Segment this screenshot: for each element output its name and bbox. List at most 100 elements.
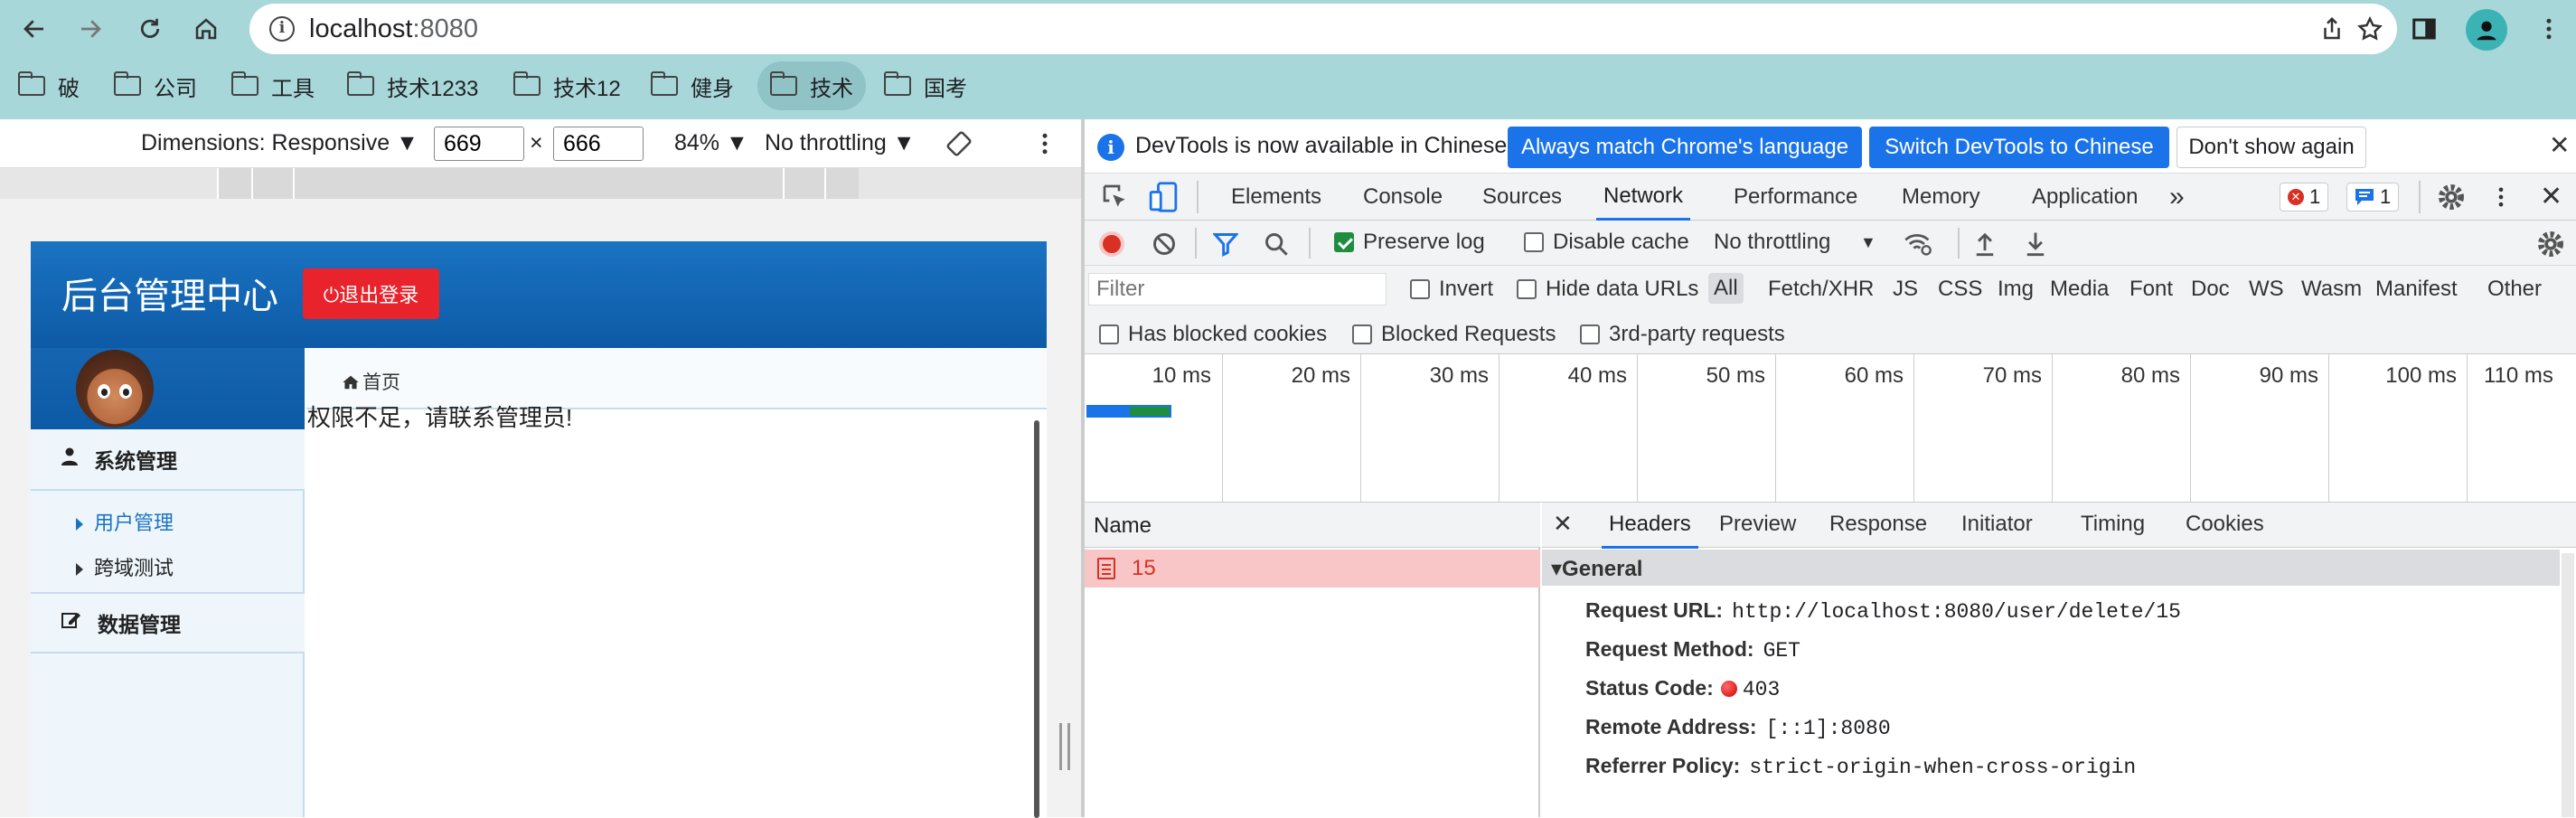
filter-funnel-icon[interactable] <box>1212 231 1239 261</box>
forward-button[interactable] <box>69 7 112 51</box>
tab-elements[interactable]: Elements <box>1231 174 1321 221</box>
tab-memory[interactable]: Memory <box>1902 174 1980 221</box>
rotate-icon[interactable] <box>945 130 973 162</box>
device-toggle-icon[interactable] <box>1148 181 1179 218</box>
name-column-header[interactable]: Name <box>1085 503 1540 548</box>
tab-performance[interactable]: Performance <box>1734 174 1857 221</box>
clear-icon[interactable] <box>1152 231 1177 261</box>
dimensions-select[interactable]: Dimensions: Responsive ▼ <box>141 130 418 156</box>
ruler-segment[interactable] <box>783 168 824 199</box>
reload-button[interactable] <box>128 7 172 51</box>
viewport-height-input[interactable] <box>553 127 644 161</box>
ruler-segment[interactable] <box>251 168 293 199</box>
devtools-menu-icon[interactable] <box>2495 184 2507 214</box>
logout-button[interactable]: ⏻退出登录 <box>303 268 439 319</box>
ruler-segment[interactable] <box>824 168 859 199</box>
import-har-icon[interactable] <box>1972 230 1998 261</box>
browser-menu-icon[interactable] <box>2531 11 2567 47</box>
preserve-log-checkbox[interactable]: Preserve log <box>1334 230 1485 255</box>
filter-type-img[interactable]: Img <box>1998 277 2034 302</box>
tab-network[interactable]: Network <box>1596 174 1691 221</box>
breadcrumb-home[interactable]: 首页 <box>343 368 400 395</box>
export-har-icon[interactable] <box>2023 230 2048 261</box>
network-settings-gear-icon[interactable] <box>2536 230 2565 263</box>
always-match-language-button[interactable]: Always match Chrome's language <box>1508 127 1862 168</box>
address-bar[interactable]: i localhost:8080 <box>249 4 2397 54</box>
close-details-icon[interactable]: ✕ <box>1553 510 1573 538</box>
device-menu-icon[interactable] <box>1036 130 1054 162</box>
filter-type-js[interactable]: JS <box>1893 277 1918 302</box>
details-scrollbar[interactable] <box>2562 553 2574 817</box>
profile-avatar-icon[interactable] <box>2466 9 2507 51</box>
ruler-segment[interactable] <box>217 168 251 199</box>
menu-system-management[interactable]: 系统管理 <box>31 429 305 491</box>
bookmark-folder[interactable]: 工具 <box>219 61 327 110</box>
viewport-scrollbar[interactable] <box>1034 420 1039 818</box>
viewport-width-input[interactable] <box>434 127 524 161</box>
tab-headers[interactable]: Headers <box>1602 512 1698 549</box>
network-conditions-icon[interactable] <box>1904 231 1932 261</box>
hide-data-urls-checkbox[interactable]: Hide data URLs <box>1517 277 1698 302</box>
side-panel-icon[interactable] <box>2406 11 2442 47</box>
url-text[interactable]: localhost:8080 <box>309 14 478 44</box>
site-info-icon[interactable]: i <box>269 16 295 42</box>
network-filter-input[interactable] <box>1088 273 1387 306</box>
dont-show-again-button[interactable]: Don't show again <box>2176 127 2366 168</box>
close-devtools-icon[interactable]: ✕ <box>2540 181 2562 212</box>
more-tabs-icon[interactable]: » <box>2169 174 2185 221</box>
filter-type-media[interactable]: Media <box>2050 277 2109 302</box>
device-throttling-select[interactable]: No throttling ▼ <box>765 130 915 156</box>
bookmark-folder[interactable]: 国考 <box>871 61 980 110</box>
back-button[interactable] <box>13 7 56 51</box>
bookmark-folder[interactable]: 技术1233 <box>334 61 491 110</box>
tab-console[interactable]: Console <box>1363 174 1443 221</box>
tab-timing[interactable]: Timing <box>2081 512 2145 537</box>
share-icon[interactable] <box>2314 11 2350 47</box>
general-section-header[interactable]: ▾General <box>1542 550 2560 586</box>
filter-type-css[interactable]: CSS <box>1938 277 1982 302</box>
settings-gear-icon[interactable] <box>2437 183 2466 216</box>
tab-preview[interactable]: Preview <box>1719 512 1796 537</box>
network-throttling-select[interactable]: No throttling <box>1714 230 1830 255</box>
search-icon[interactable] <box>1264 231 1289 261</box>
has-blocked-cookies-checkbox[interactable]: Has blocked cookies <box>1099 322 1327 347</box>
menu-data-management[interactable]: 数据管理 <box>31 592 305 653</box>
third-party-requests-checkbox[interactable]: 3rd-party requests <box>1580 322 1785 347</box>
invert-checkbox[interactable]: Invert <box>1410 277 1493 302</box>
bookmark-folder[interactable]: 技术 <box>757 61 866 110</box>
close-infobar-icon[interactable]: ✕ <box>2549 130 2570 160</box>
filter-type-all[interactable]: All <box>1708 273 1744 304</box>
tab-response[interactable]: Response <box>1829 512 1927 537</box>
filter-type-wasm[interactable]: Wasm <box>2301 277 2362 302</box>
tab-sources[interactable]: Sources <box>1482 174 1562 221</box>
bookmark-folder[interactable]: 公司 <box>101 61 210 110</box>
inspect-element-icon[interactable] <box>1101 183 1130 216</box>
ruler-segment[interactable] <box>293 168 783 199</box>
request-row[interactable]: 15 <box>1085 550 1540 588</box>
message-count-badge[interactable]: 1 <box>2346 183 2400 212</box>
switch-to-chinese-button[interactable]: Switch DevTools to Chinese <box>1869 127 2169 168</box>
filter-type-ws[interactable]: WS <box>2249 277 2284 302</box>
menu-item-user-management[interactable]: 用户管理 <box>76 507 174 536</box>
tab-initiator[interactable]: Initiator <box>1961 512 2033 537</box>
filter-type-doc[interactable]: Doc <box>2191 277 2230 302</box>
error-count-badge[interactable]: ✕ 1 <box>2280 183 2329 212</box>
record-icon[interactable] <box>1099 231 1124 257</box>
disable-cache-checkbox[interactable]: Disable cache <box>1524 230 1689 255</box>
bookmark-folder[interactable]: 破 <box>5 61 92 110</box>
resize-handle[interactable] <box>1059 723 1070 770</box>
tab-application[interactable]: Application <box>2032 174 2138 221</box>
network-timeline[interactable]: 10 ms 20 ms 30 ms 40 ms 50 ms 60 ms 70 m… <box>1085 354 2576 503</box>
bookmark-folder[interactable]: 技术12 <box>501 61 634 110</box>
bookmark-folder[interactable]: 健身 <box>638 61 747 110</box>
zoom-select[interactable]: 84% ▼ <box>674 130 748 156</box>
filter-type-manifest[interactable]: Manifest <box>2375 277 2458 302</box>
tab-cookies[interactable]: Cookies <box>2186 512 2264 537</box>
bookmark-star-icon[interactable] <box>2352 11 2388 47</box>
filter-type-font[interactable]: Font <box>2129 277 2173 302</box>
blocked-requests-checkbox[interactable]: Blocked Requests <box>1352 322 1556 347</box>
filter-type-other[interactable]: Other <box>2487 277 2542 302</box>
menu-item-cors-test[interactable]: 跨域测试 <box>76 552 174 581</box>
chevron-down-icon[interactable]: ▼ <box>1860 233 1876 252</box>
filter-type-fetch-xhr[interactable]: Fetch/XHR <box>1768 277 1874 302</box>
